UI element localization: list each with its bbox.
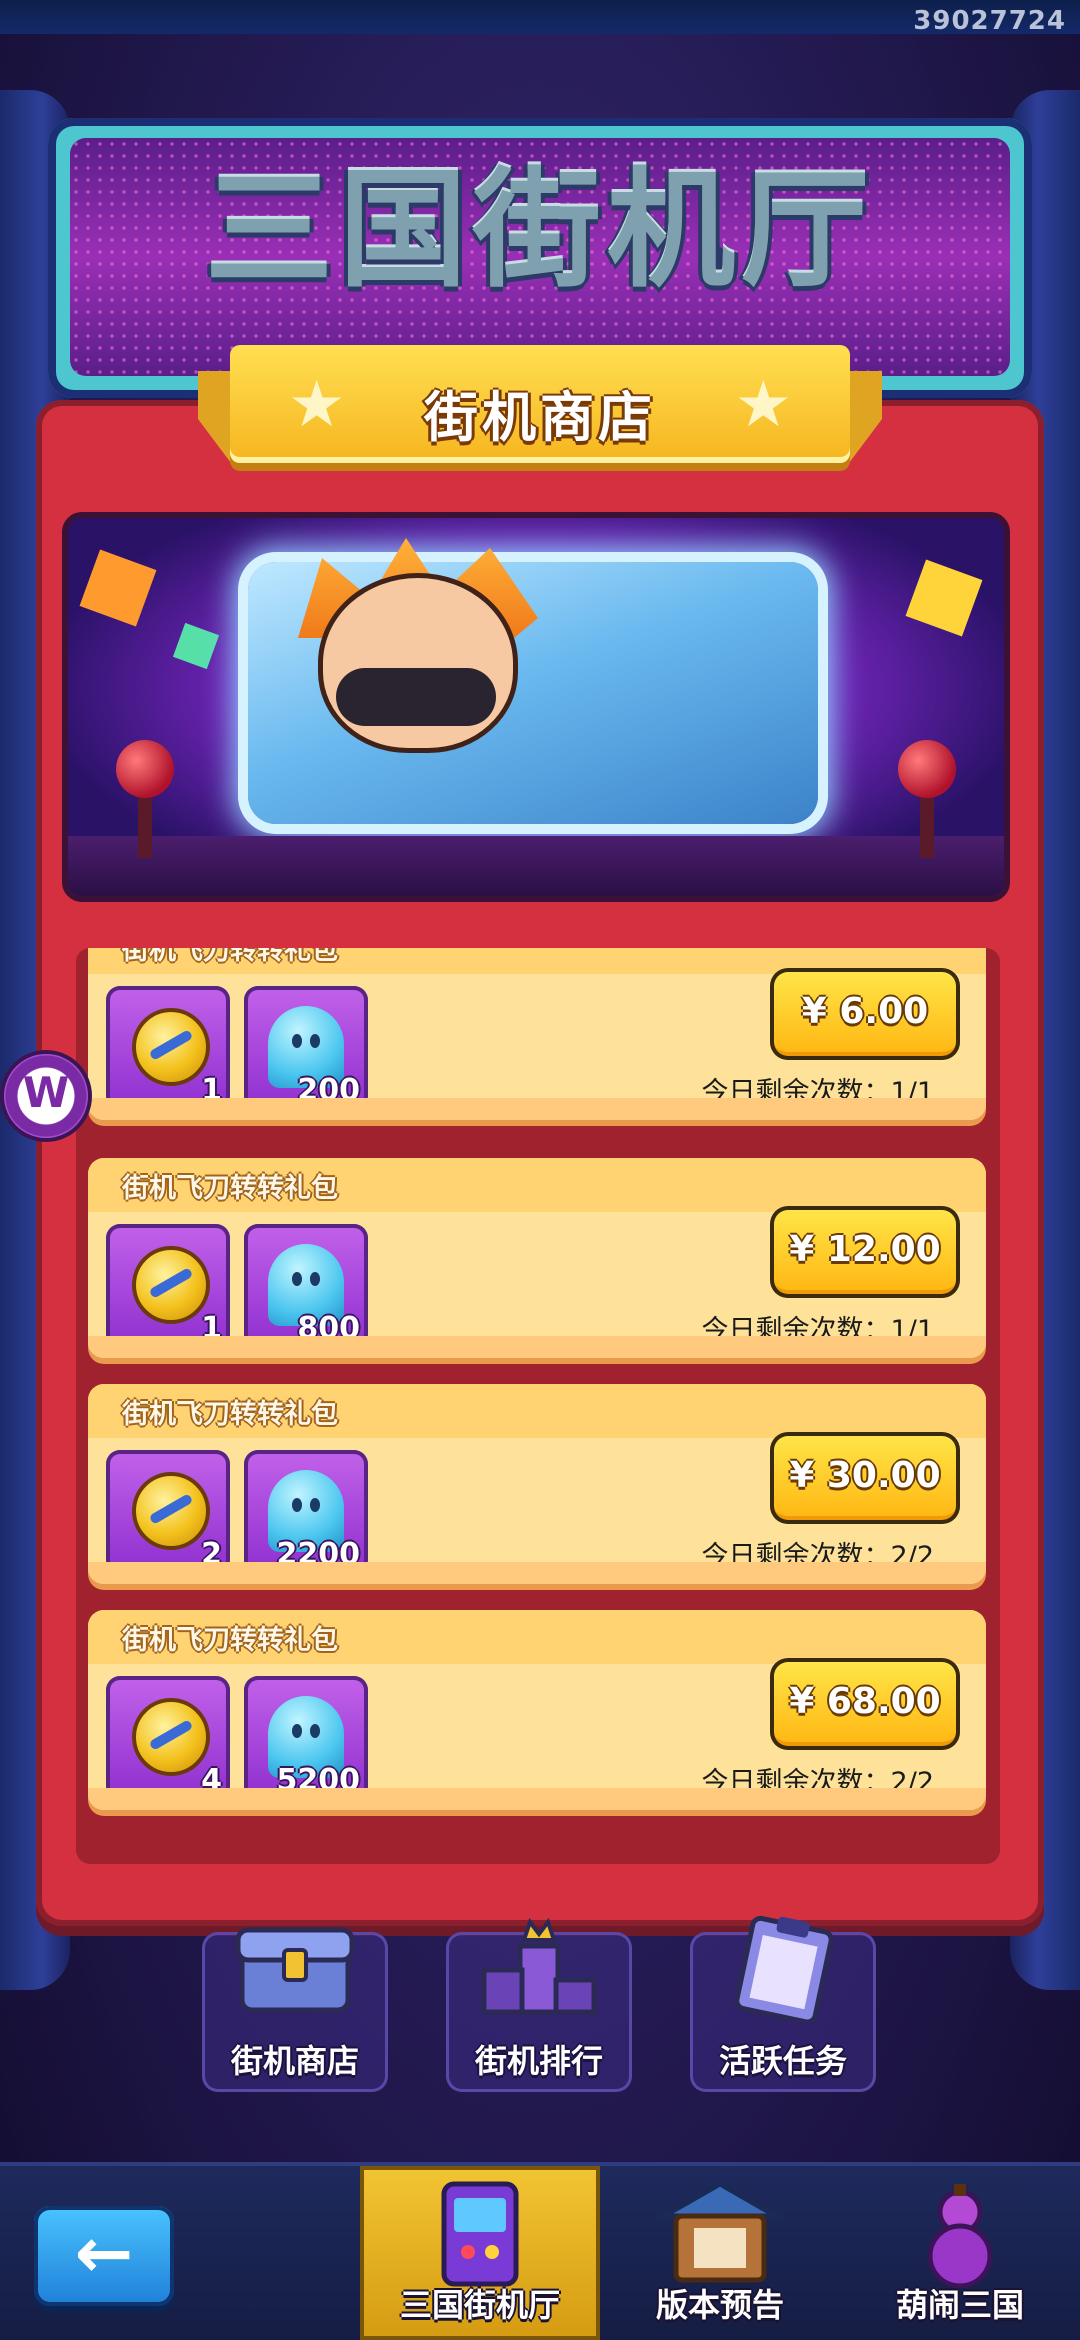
submenu-arcade-ranking[interactable]: 街机排行 (446, 1917, 632, 2092)
hero-character (318, 573, 518, 753)
buy-button[interactable]: ¥ 12.00 (770, 1206, 960, 1298)
reward-slot-coin[interactable]: 1 (106, 986, 230, 1110)
podium-icon (481, 1917, 597, 2015)
package-name: 街机飞刀转转礼包 (122, 1625, 338, 1656)
reward-slot-coin[interactable]: 4 (106, 1676, 230, 1800)
package-name: 街机飞刀转转礼包 (122, 948, 338, 966)
user-id: 39027724 (913, 6, 1066, 36)
back-arrow-icon: ← (74, 2212, 134, 2294)
w-logo-icon: W (22, 1068, 70, 1117)
notice-board-icon (654, 2181, 786, 2283)
joystick-icon (116, 740, 174, 798)
reward-slot-ghost[interactable]: 2200 (244, 1450, 368, 1574)
tab-label: 三国街机厅 (399, 2286, 560, 2324)
submenu-arcade-shop[interactable]: 街机商店 (202, 1927, 388, 2092)
package-card: 街机飞刀转转礼包 2 2200 ¥ 30.00 今日剩余次数：2/2 (88, 1384, 986, 1584)
reward-slot-ghost[interactable]: 200 (244, 986, 368, 1110)
shop-banner-image (62, 512, 1010, 902)
submenu-label: 活跃任务 (718, 2042, 847, 2080)
package-card: 街机飞刀转转礼包 1 200 ¥ 6.00 今日剩余次数：1/1 (88, 948, 986, 1120)
tab-version-preview[interactable]: 版本预告 (600, 2166, 840, 2340)
reward-slot-coin[interactable]: 2 (106, 1450, 230, 1574)
tab-gourd-three-kingdoms[interactable]: 葫闹三国 (840, 2166, 1080, 2340)
back-button[interactable]: ← (34, 2206, 174, 2306)
shop-ribbon: ★ ★ 街机商店 (198, 345, 882, 483)
package-name: 街机飞刀转转礼包 (122, 1173, 338, 1204)
status-strip: 39027724 (0, 0, 1080, 36)
package-name: 街机飞刀转转礼包 (122, 1399, 338, 1430)
buy-button[interactable]: ¥ 6.00 (770, 968, 960, 1060)
submenu-label: 街机商店 (230, 2042, 359, 2080)
reward-slot-ghost[interactable]: 800 (244, 1224, 368, 1348)
submenu-active-tasks[interactable]: 活跃任务 (690, 1915, 876, 2092)
reward-slot-ghost[interactable]: 5200 (244, 1676, 368, 1800)
clipboard-icon (734, 1915, 834, 2022)
package-card: 街机飞刀转转礼包 4 5200 ¥ 68.00 今日剩余次数：2/2 (88, 1610, 986, 1810)
joystick-icon (898, 740, 956, 798)
chest-icon (235, 1927, 355, 2013)
floating-w-button[interactable]: W (4, 1054, 88, 1138)
submenu-label: 街机排行 (474, 2042, 603, 2080)
arcade-cabinet-icon (441, 2181, 519, 2287)
package-card: 街机飞刀转转礼包 1 800 ¥ 12.00 今日剩余次数：1/1 (88, 1158, 986, 1358)
tab-label: 葫闹三国 (895, 2286, 1024, 2324)
gourd-icon (927, 2184, 993, 2288)
flying-knife-coin-icon (132, 1698, 210, 1776)
flying-knife-coin-icon (132, 1008, 210, 1086)
bottom-nav: ← 三国街机厅 版本预告 葫闹三国 (0, 2166, 1080, 2340)
reward-slot-coin[interactable]: 1 (106, 1224, 230, 1348)
flying-knife-coin-icon (132, 1246, 210, 1324)
flying-knife-coin-icon (132, 1472, 210, 1550)
tab-label: 版本预告 (655, 2286, 784, 2324)
package-list[interactable]: 街机飞刀转转礼包 1 200 ¥ 6.00 今日剩余次数：1/1 街机飞刀转转礼… (76, 948, 1000, 1864)
tab-three-kingdoms-arcade[interactable]: 三国街机厅 (360, 2166, 600, 2340)
shop-title: 街机商店 (424, 386, 656, 449)
page-title: 三国街机厅 (204, 156, 875, 305)
buy-button[interactable]: ¥ 30.00 (770, 1432, 960, 1524)
buy-button[interactable]: ¥ 68.00 (770, 1658, 960, 1750)
